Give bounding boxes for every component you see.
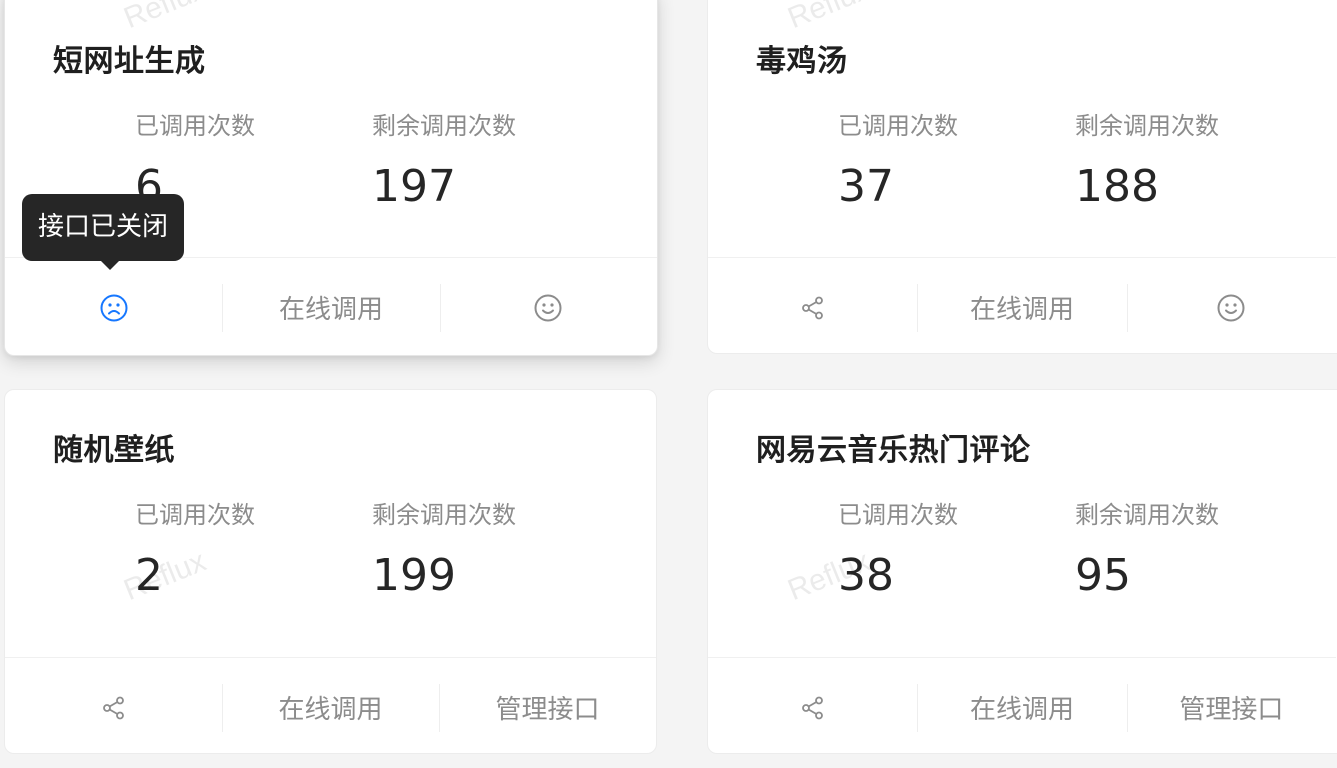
manage-api-button[interactable]: 管理接口 <box>439 658 656 757</box>
card-actions: 在线调用 管理接口 <box>5 657 656 757</box>
api-card: 短网址生成 已调用次数 6 剩余调用次数 197 在线调用 <box>4 0 658 356</box>
card-title: 毒鸡汤 <box>756 44 848 79</box>
share-button[interactable] <box>5 658 222 757</box>
smile-icon <box>1216 293 1246 323</box>
card-title: 短网址生成 <box>53 44 206 79</box>
online-call-button[interactable]: 在线调用 <box>917 658 1126 757</box>
api-card-grid: 短网址生成 已调用次数 6 剩余调用次数 197 在线调用 接口已关闭 毒鸡汤 … <box>0 0 1337 768</box>
share-icon <box>800 695 826 721</box>
status-tooltip: 接口已关闭 <box>22 194 185 270</box>
remaining-count-stat: 剩余调用次数 199 <box>372 498 516 602</box>
smile-button[interactable] <box>439 258 657 357</box>
used-count-stat: 已调用次数 38 <box>838 498 958 602</box>
remaining-count-value: 199 <box>372 550 456 601</box>
card-actions: 在线调用 <box>5 257 657 357</box>
used-count-label: 已调用次数 <box>838 112 958 140</box>
share-button[interactable] <box>708 258 917 357</box>
share-icon <box>101 695 127 721</box>
online-call-button[interactable]: 在线调用 <box>222 658 439 757</box>
remaining-count-value: 95 <box>1075 550 1131 601</box>
used-count-label: 已调用次数 <box>135 112 255 140</box>
api-card: 随机壁纸 已调用次数 2 剩余调用次数 199 在线调用 管理接口 <box>4 389 657 754</box>
api-card: 网易云音乐热门评论 已调用次数 38 剩余调用次数 95 在线调用 管理接口 <box>707 389 1337 754</box>
used-count-value: 38 <box>838 550 894 601</box>
api-card: 毒鸡汤 已调用次数 37 剩余调用次数 188 在线调用 <box>707 0 1337 354</box>
manage-api-button[interactable]: 管理接口 <box>1126 658 1336 757</box>
card-title: 网易云音乐热门评论 <box>756 433 1031 468</box>
used-count-label: 已调用次数 <box>135 501 255 529</box>
remaining-count-stat: 剩余调用次数 197 <box>372 109 516 213</box>
toggle-status-button[interactable] <box>5 258 222 357</box>
online-call-button[interactable]: 在线调用 <box>917 258 1126 357</box>
remaining-count-value: 197 <box>372 161 456 212</box>
card-actions: 在线调用 <box>708 257 1336 357</box>
used-count-label: 已调用次数 <box>838 501 958 529</box>
remaining-count-stat: 剩余调用次数 188 <box>1075 109 1219 213</box>
used-count-value: 37 <box>838 161 894 212</box>
share-icon <box>800 295 826 321</box>
share-button[interactable] <box>708 658 917 757</box>
used-count-value: 2 <box>135 550 163 601</box>
remaining-count-label: 剩余调用次数 <box>372 501 516 529</box>
frown-icon <box>99 293 129 323</box>
smile-button[interactable] <box>1126 258 1336 357</box>
card-actions: 在线调用 管理接口 <box>708 657 1336 757</box>
remaining-count-label: 剩余调用次数 <box>372 112 516 140</box>
remaining-count-value: 188 <box>1075 161 1159 212</box>
smile-icon <box>533 293 563 323</box>
used-count-stat: 已调用次数 2 <box>135 498 255 602</box>
remaining-count-label: 剩余调用次数 <box>1075 112 1219 140</box>
online-call-button[interactable]: 在线调用 <box>222 258 439 357</box>
card-title: 随机壁纸 <box>53 433 175 468</box>
used-count-stat: 已调用次数 37 <box>838 109 958 213</box>
remaining-count-stat: 剩余调用次数 95 <box>1075 498 1219 602</box>
remaining-count-label: 剩余调用次数 <box>1075 501 1219 529</box>
